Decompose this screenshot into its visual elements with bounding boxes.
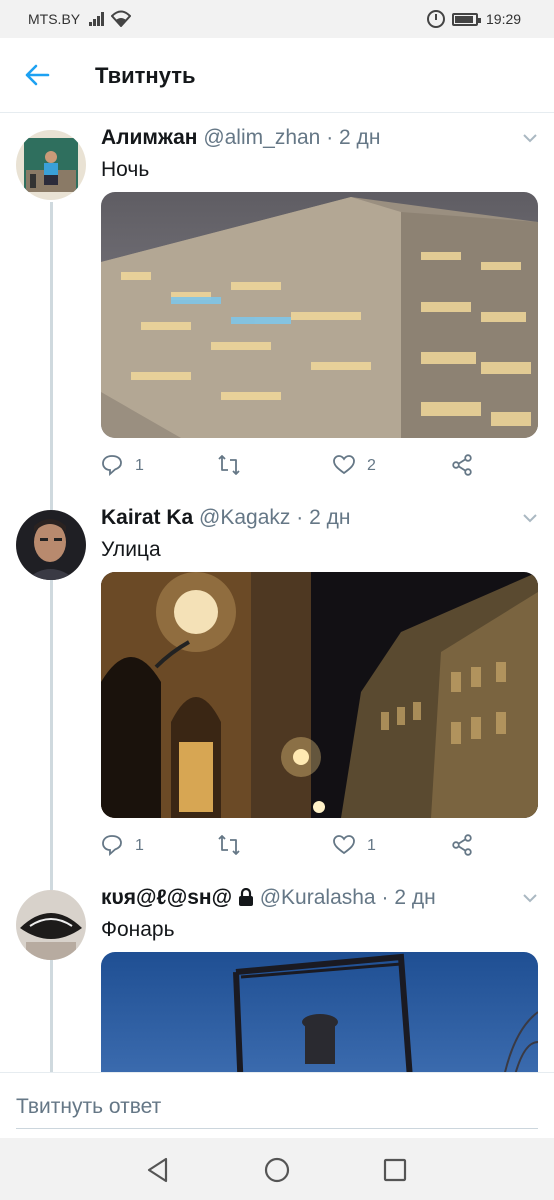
- street-lamp-image: [101, 952, 538, 1072]
- lock-icon: [238, 887, 253, 906]
- chevron-down-icon[interactable]: [522, 512, 538, 524]
- share-icon: [452, 834, 472, 856]
- tweet-card[interactable]: Алимжан @alim_zhan · 2 дн Ночь 1 2: [0, 114, 554, 494]
- share-icon: [452, 454, 472, 476]
- separator: ·: [326, 126, 334, 149]
- carrier-label: MTS.BY: [28, 11, 81, 27]
- like-button[interactable]: 1: [333, 830, 393, 860]
- heart-icon: [333, 455, 355, 475]
- tweet-header: кυя@ℓ@ѕн@ @Kuralasha · 2 дн: [101, 886, 521, 910]
- retweet-icon: [218, 455, 240, 475]
- chevron-down-icon[interactable]: [522, 892, 538, 904]
- heart-icon: [333, 835, 355, 855]
- display-name[interactable]: Kairat Ka: [101, 506, 193, 529]
- reply-composer: [0, 1072, 554, 1138]
- system-nav-bar: [0, 1138, 554, 1200]
- retweet-icon: [218, 835, 240, 855]
- tweet-text: Улица: [101, 538, 161, 561]
- user-handle: @Kagakz: [199, 506, 291, 529]
- avatar-alim-image: [16, 130, 86, 200]
- tweet-actions: 1 1: [101, 830, 538, 860]
- avatar[interactable]: [16, 130, 86, 200]
- reply-count: 1: [135, 457, 144, 474]
- tweet-image[interactable]: [101, 192, 538, 438]
- page-title: Твитнуть: [95, 63, 196, 88]
- like-count: 2: [367, 457, 376, 474]
- avatar[interactable]: [16, 510, 86, 580]
- alarm-icon: [427, 10, 445, 28]
- avatar[interactable]: [16, 890, 86, 960]
- avatar-kuralasha-image: [16, 890, 86, 960]
- back-triangle-icon[interactable]: [144, 1156, 172, 1184]
- separator: ·: [381, 886, 389, 909]
- reply-icon: [102, 455, 122, 476]
- night-street-image: [101, 572, 538, 818]
- tweet-image[interactable]: [101, 952, 538, 1072]
- battery-icon: [452, 13, 481, 26]
- avatar-kairat-image: [16, 510, 86, 580]
- reply-count: 1: [135, 837, 144, 854]
- arrow-left-icon[interactable]: [22, 60, 52, 90]
- tweet-text: Ночь: [101, 158, 150, 181]
- separator: ·: [296, 506, 304, 529]
- app-bar: Твитнуть: [0, 38, 554, 113]
- screen: MTS.BY 19:29 Твитнуть Алимжан @alim_zhan…: [0, 0, 554, 1200]
- like-button[interactable]: 2: [333, 450, 393, 480]
- night-building-image: [101, 192, 538, 438]
- display-name[interactable]: кυя@ℓ@ѕн@: [101, 886, 232, 909]
- timestamp: 2 дн: [394, 886, 436, 909]
- display-name[interactable]: Алимжан: [101, 126, 197, 149]
- share-button[interactable]: [451, 450, 481, 480]
- home-circle-icon[interactable]: [263, 1156, 291, 1184]
- reply-icon: [102, 835, 122, 856]
- like-count: 1: [367, 837, 376, 854]
- tweet-actions: 1 2: [101, 450, 538, 480]
- tweet-thread[interactable]: Алимжан @alim_zhan · 2 дн Ночь 1 2 Kaira…: [0, 114, 554, 1072]
- recents-square-icon[interactable]: [381, 1156, 409, 1184]
- clock: 19:29: [486, 11, 522, 27]
- signal-icon: [89, 11, 107, 26]
- reply-button[interactable]: 1: [101, 450, 161, 480]
- tweet-text: Фонарь: [101, 918, 175, 941]
- timestamp: 2 дн: [309, 506, 351, 529]
- retweet-button[interactable]: [217, 830, 257, 860]
- reply-input[interactable]: [16, 1085, 538, 1129]
- tweet-header: Kairat Ka @Kagakz · 2 дн: [101, 506, 521, 530]
- retweet-button[interactable]: [217, 450, 257, 480]
- timestamp: 2 дн: [339, 126, 381, 149]
- share-button[interactable]: [451, 830, 481, 860]
- user-handle: @Kuralasha: [259, 886, 376, 909]
- tweet-card[interactable]: Kairat Ka @Kagakz · 2 дн Улица 1 1: [0, 494, 554, 874]
- tweet-header: Алимжан @alim_zhan · 2 дн: [101, 126, 521, 150]
- tweet-card[interactable]: кυя@ℓ@ѕн@ @Kuralasha · 2 дн Фонарь: [0, 874, 554, 1072]
- reply-button[interactable]: 1: [101, 830, 161, 860]
- wifi-icon: [111, 10, 131, 27]
- tweet-image[interactable]: [101, 572, 538, 818]
- status-bar: MTS.BY 19:29: [0, 0, 554, 38]
- user-handle: @alim_zhan: [203, 126, 321, 149]
- chevron-down-icon[interactable]: [522, 132, 538, 144]
